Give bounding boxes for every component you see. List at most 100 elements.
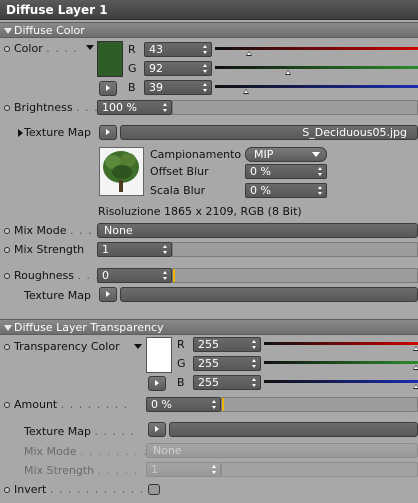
transparency-channel-input-b[interactable]: 255 [193,375,261,390]
transparency-channel-label-b: B [177,376,185,389]
mix-strength-input[interactable]: 1 [97,242,172,257]
resolution-text: Risoluzione 1865 x 2109, RGB (8 Bit) [98,205,302,218]
stepper-icon[interactable] [163,245,168,254]
tree-thumbnail-image [103,151,139,192]
section-title: Diffuse Color [14,24,85,37]
panel-title: Diffuse Layer 1 [0,0,418,20]
color-swatch[interactable] [97,41,123,77]
texture-thumbnail[interactable] [99,147,144,196]
section-header-transparency[interactable]: Diffuse Layer Transparency [0,319,418,335]
stepper-icon[interactable] [163,271,168,280]
diffuse-channel-gradient-b[interactable] [215,85,418,88]
roughness-texture-browse-button[interactable] [99,287,117,302]
transparency-color-picker-button[interactable] [148,376,166,391]
chevron-down-icon [312,152,320,157]
stepper-icon[interactable] [203,64,208,73]
slider-position-marker [173,269,175,282]
sampling-label: Campionamento [150,148,242,161]
offset-blur-label: Offset Blur [150,165,209,178]
transparency-mix-mode-label: Mix Mode . . . . . . . . [24,445,148,458]
transparency-mix-strength-slider[interactable] [221,462,418,477]
transparency-channel-marker-icon[interactable] [413,365,418,370]
section-title: Diffuse Layer Transparency [14,321,164,334]
invert-label: Invert . . . . . . . . . . . . [14,483,154,496]
stepper-icon[interactable] [163,103,168,112]
stepper-icon[interactable] [252,378,257,387]
brightness-input[interactable]: 100 % [97,100,172,115]
transparency-channel-marker-icon[interactable] [413,384,418,389]
transparency-texture-browse-button[interactable] [148,422,166,437]
amount-input[interactable]: 0 % [146,397,221,412]
roughness-texture-map-label: Texture Map [24,289,91,302]
brightness-slider[interactable] [172,100,418,115]
transparency-channel-gradient-r[interactable] [264,342,418,345]
arrow-right-icon [106,291,110,297]
diffuse-channel-input-r[interactable]: 43 [144,42,212,57]
animate-bullet-icon[interactable] [4,344,10,350]
arrow-right-icon [106,85,110,91]
diffuse-channel-gradient-g[interactable] [215,66,418,69]
mix-mode-dropdown[interactable]: None [97,223,418,238]
scale-blur-label: Scala Blur [150,184,206,197]
sampling-dropdown[interactable]: MIP [245,147,327,162]
animate-bullet-icon[interactable] [4,46,10,52]
transparency-channel-gradient-g[interactable] [264,361,418,364]
animate-bullet-icon[interactable] [4,247,10,253]
diffuse-channel-marker-icon[interactable] [246,51,253,56]
diffuse-channel-gradient-r[interactable] [215,47,418,50]
stepper-icon[interactable] [252,359,257,368]
stepper-icon[interactable] [318,186,323,195]
scale-blur-input[interactable]: 0 % [245,183,327,198]
arrow-right-icon [155,426,159,432]
animate-bullet-icon[interactable] [4,228,10,234]
diffuse-channel-input-b[interactable]: 39 [144,80,212,95]
diffuse-channel-input-g[interactable]: 92 [144,61,212,76]
animate-bullet-icon[interactable] [4,402,10,408]
color-menu-icon[interactable] [134,344,142,349]
arrow-right-icon [155,380,159,386]
transparency-mix-strength-input[interactable]: 1 [146,462,221,477]
arrow-right-icon [106,129,110,135]
texture-browse-button[interactable] [99,125,117,140]
texture-path-field[interactable]: S_Deciduous05.jpg [120,125,418,140]
diffuse-channel-marker-icon[interactable] [285,70,292,75]
animate-bullet-icon[interactable] [4,487,10,493]
stepper-icon[interactable] [203,45,208,54]
transparency-mix-mode-dropdown[interactable]: None [146,443,418,458]
diffuse-channel-marker-icon[interactable] [243,89,250,94]
transparency-texture-path-field[interactable] [169,422,418,437]
roughness-slider[interactable] [172,268,418,283]
transparency-channel-input-r[interactable]: 255 [193,337,261,352]
invert-checkbox[interactable] [148,484,160,495]
stepper-icon[interactable] [318,167,323,176]
brightness-label: Brightness . . . . [14,101,108,114]
color-menu-icon[interactable] [86,45,94,50]
collapse-triangle-icon [4,325,12,331]
texture-map-label: Texture Map [24,126,91,139]
mix-strength-slider[interactable] [172,242,418,257]
roughness-label: Roughness . . . . [14,269,109,282]
collapse-triangle-icon [4,28,12,34]
roughness-input[interactable]: 0 [97,268,172,283]
animate-bullet-icon[interactable] [4,105,10,111]
diffuse-channel-label-r: R [128,43,136,56]
transparency-channel-input-g[interactable]: 255 [193,356,261,371]
stepper-icon[interactable] [252,340,257,349]
transparency-channel-marker-icon[interactable] [413,346,418,351]
transparency-texture-map-label: Texture Map . . . . . [24,425,135,438]
stepper-icon[interactable] [212,400,217,409]
amount-slider[interactable] [221,397,418,412]
expand-triangle-icon[interactable] [18,129,23,137]
stepper-icon[interactable] [203,83,208,92]
color-picker-button[interactable] [99,81,117,96]
mix-strength-label: Mix Strength [14,243,85,256]
roughness-texture-path-field[interactable] [120,287,418,302]
transparency-color-swatch[interactable] [146,337,172,373]
animate-bullet-icon[interactable] [4,273,10,279]
stepper-icon[interactable] [212,465,217,474]
offset-blur-input[interactable]: 0 % [245,164,327,179]
diffuse-channel-label-b: B [128,81,136,94]
transparency-channel-gradient-b[interactable] [264,380,418,383]
section-header-diffuse-color[interactable]: Diffuse Color [0,22,418,38]
color-label: Color . . . . [14,42,78,55]
